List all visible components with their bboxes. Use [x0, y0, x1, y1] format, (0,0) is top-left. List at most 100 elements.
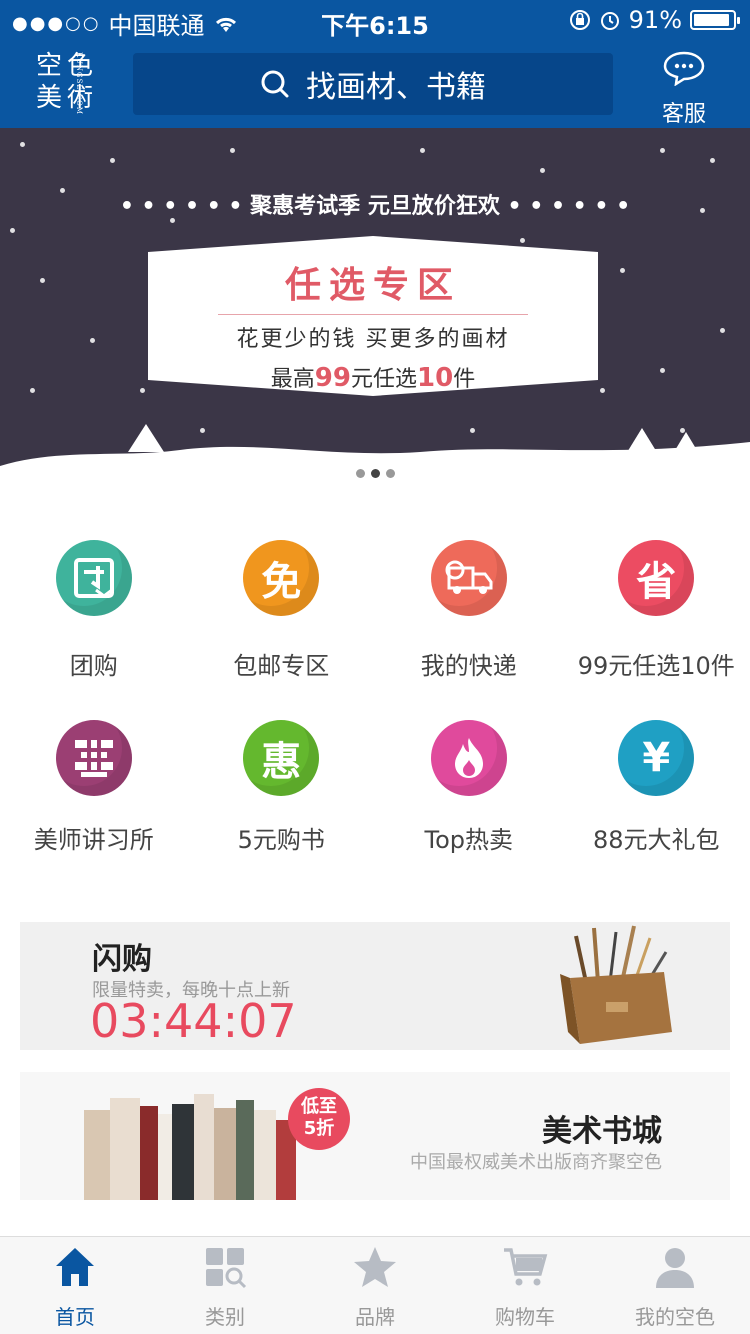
star-icon	[352, 1244, 398, 1301]
snowflake	[110, 158, 115, 163]
category-item[interactable]: 省 99元任选10件	[563, 530, 750, 710]
category-label: Top热卖	[424, 826, 514, 854]
service-label: 客服	[661, 102, 706, 127]
snow-ground	[0, 424, 750, 498]
snowflake	[30, 388, 35, 393]
app-header: ●●●○○ 中国联通 下午6:15 91% 空 色 美 術 KUNGSE.COM…	[0, 0, 750, 128]
orientation-lock-icon	[569, 10, 590, 30]
banner-headline-text: 聚惠考试季 元旦放价狂欢	[250, 194, 500, 219]
category-label: 我的快递	[420, 652, 517, 680]
yen-icon: ¥	[618, 720, 695, 796]
flash-sale-title: 闪购	[92, 942, 152, 977]
logo-domain: KUNGSE.COM	[75, 52, 83, 115]
category-item[interactable]: 免包邮专区	[188, 530, 376, 710]
group-buy-icon	[55, 540, 132, 616]
tab-star[interactable]: 品牌	[300, 1237, 450, 1334]
bookstore-title: 美术书城	[542, 1114, 662, 1149]
offer-suffix: 件	[453, 367, 476, 392]
badge-line1: 低至	[301, 1096, 337, 1117]
chat-bubble-icon	[663, 51, 705, 87]
battery-level	[694, 14, 729, 26]
category-grid: 团购 免包邮专区我的快递 省 99元任选10件美师讲习所 惠 5元购书 Top热卖 ¥88元大…	[0, 530, 750, 870]
tab-label: 类别	[205, 1305, 245, 1329]
bottom-tab-bar: 首页 类别 品牌 购物车 我的空色	[0, 1236, 750, 1334]
cart-icon	[502, 1244, 548, 1301]
tab-label: 品牌	[355, 1305, 395, 1329]
snowflake	[230, 148, 235, 153]
category-label: 99元任选10件	[577, 652, 735, 680]
banner-divider	[218, 314, 528, 315]
snowflake	[660, 148, 665, 153]
snowflake	[710, 158, 715, 163]
promo-banner[interactable]: • • • • • • 聚惠考试季 元旦放价狂欢 • • • • • • 任选专…	[0, 128, 750, 498]
snowflake	[600, 388, 605, 393]
book-stack-image	[84, 1094, 296, 1200]
pager-dot[interactable]	[355, 469, 365, 478]
lecture-icon	[55, 720, 132, 796]
snowflake	[10, 228, 15, 233]
home-icon	[52, 1244, 98, 1301]
category-label: 美师讲习所	[33, 826, 154, 854]
category-item[interactable]: Top热卖	[375, 710, 563, 870]
category-item[interactable]: 团购	[0, 530, 188, 710]
badge-line2: 5折	[303, 1118, 335, 1139]
customer-service-button[interactable]: 客服	[656, 50, 712, 128]
snowflake	[20, 142, 25, 147]
search-bar[interactable]: 找画材、书籍	[133, 53, 613, 115]
category-item[interactable]: 美师讲习所	[0, 710, 188, 870]
tab-user[interactable]: 我的空色	[600, 1237, 750, 1334]
bookstore-subtitle: 中国最权威美术出版商齐聚空色	[410, 1152, 662, 1173]
save-icon: 省	[618, 540, 695, 616]
user-icon	[652, 1244, 698, 1301]
snowflake	[520, 238, 525, 243]
snowflake	[660, 368, 665, 373]
offer-price: 99	[314, 363, 351, 393]
tab-category[interactable]: 类别	[150, 1237, 300, 1334]
tab-label: 首页	[55, 1305, 95, 1329]
battery-icon	[690, 10, 740, 30]
banner-dots: • • • • • •	[119, 194, 251, 219]
search-icon	[261, 70, 289, 98]
snowflake	[420, 148, 425, 153]
icon-glyph: ¥	[642, 735, 671, 781]
flash-sale-countdown: 03:44:07	[90, 994, 297, 1048]
discount-badge: 低至 5折	[288, 1088, 350, 1150]
banner-card: 任选专区 花更少的钱 买更多的画材 最高99元任选10件	[148, 236, 598, 396]
pager-dot[interactable]	[370, 469, 380, 478]
flash-sale-panel[interactable]: 闪购 限量特卖，每晚十点上新 03:44:07	[20, 922, 730, 1050]
discount-icon: 惠	[243, 720, 320, 796]
category-icon	[202, 1244, 248, 1301]
category-label: 5元购书	[237, 826, 325, 854]
category-label: 团购	[69, 652, 118, 680]
snowflake	[720, 328, 725, 333]
delivery-truck-icon	[430, 540, 507, 616]
snowflake	[540, 168, 545, 173]
alarm-icon	[600, 12, 619, 30]
category-label: 88元大礼包	[592, 826, 720, 854]
category-item[interactable]: 我的快递	[375, 530, 563, 710]
banner-pager[interactable]	[0, 469, 750, 478]
banner-headline: • • • • • • 聚惠考试季 元旦放价狂欢 • • • • • •	[0, 188, 750, 220]
banner-card-title: 任选专区	[284, 265, 461, 306]
tab-label: 我的空色	[635, 1305, 715, 1329]
snowflake	[620, 268, 625, 273]
bookstore-panel[interactable]: 低至 5折 美术书城 中国最权威美术出版商齐聚空色	[20, 1072, 730, 1200]
search-placeholder: 找画材、书籍	[306, 70, 486, 105]
pager-dot[interactable]	[385, 469, 395, 478]
tab-cart[interactable]: 购物车	[450, 1237, 600, 1334]
hot-fire-icon	[430, 720, 507, 796]
art-supplies-box-image	[560, 925, 672, 1044]
status-bar: ●●●○○ 中国联通 下午6:15 91%	[0, 0, 750, 40]
icon-glyph: 免	[261, 559, 302, 605]
snowflake	[40, 278, 45, 283]
icon-glyph: 省	[636, 559, 677, 605]
free-shipping-icon: 免	[243, 540, 320, 616]
category-item[interactable]: 惠 5元购书	[188, 710, 376, 870]
icon-glyph: 惠	[261, 739, 302, 785]
category-item[interactable]: ¥88元大礼包	[563, 710, 750, 870]
snowflake	[90, 338, 95, 343]
battery-percent: 91%	[628, 6, 682, 34]
tab-label: 购物车	[495, 1305, 555, 1329]
app-logo[interactable]: 空 色 美 術 KUNGSE.COM	[36, 50, 98, 115]
tab-home[interactable]: 首页	[0, 1237, 150, 1334]
